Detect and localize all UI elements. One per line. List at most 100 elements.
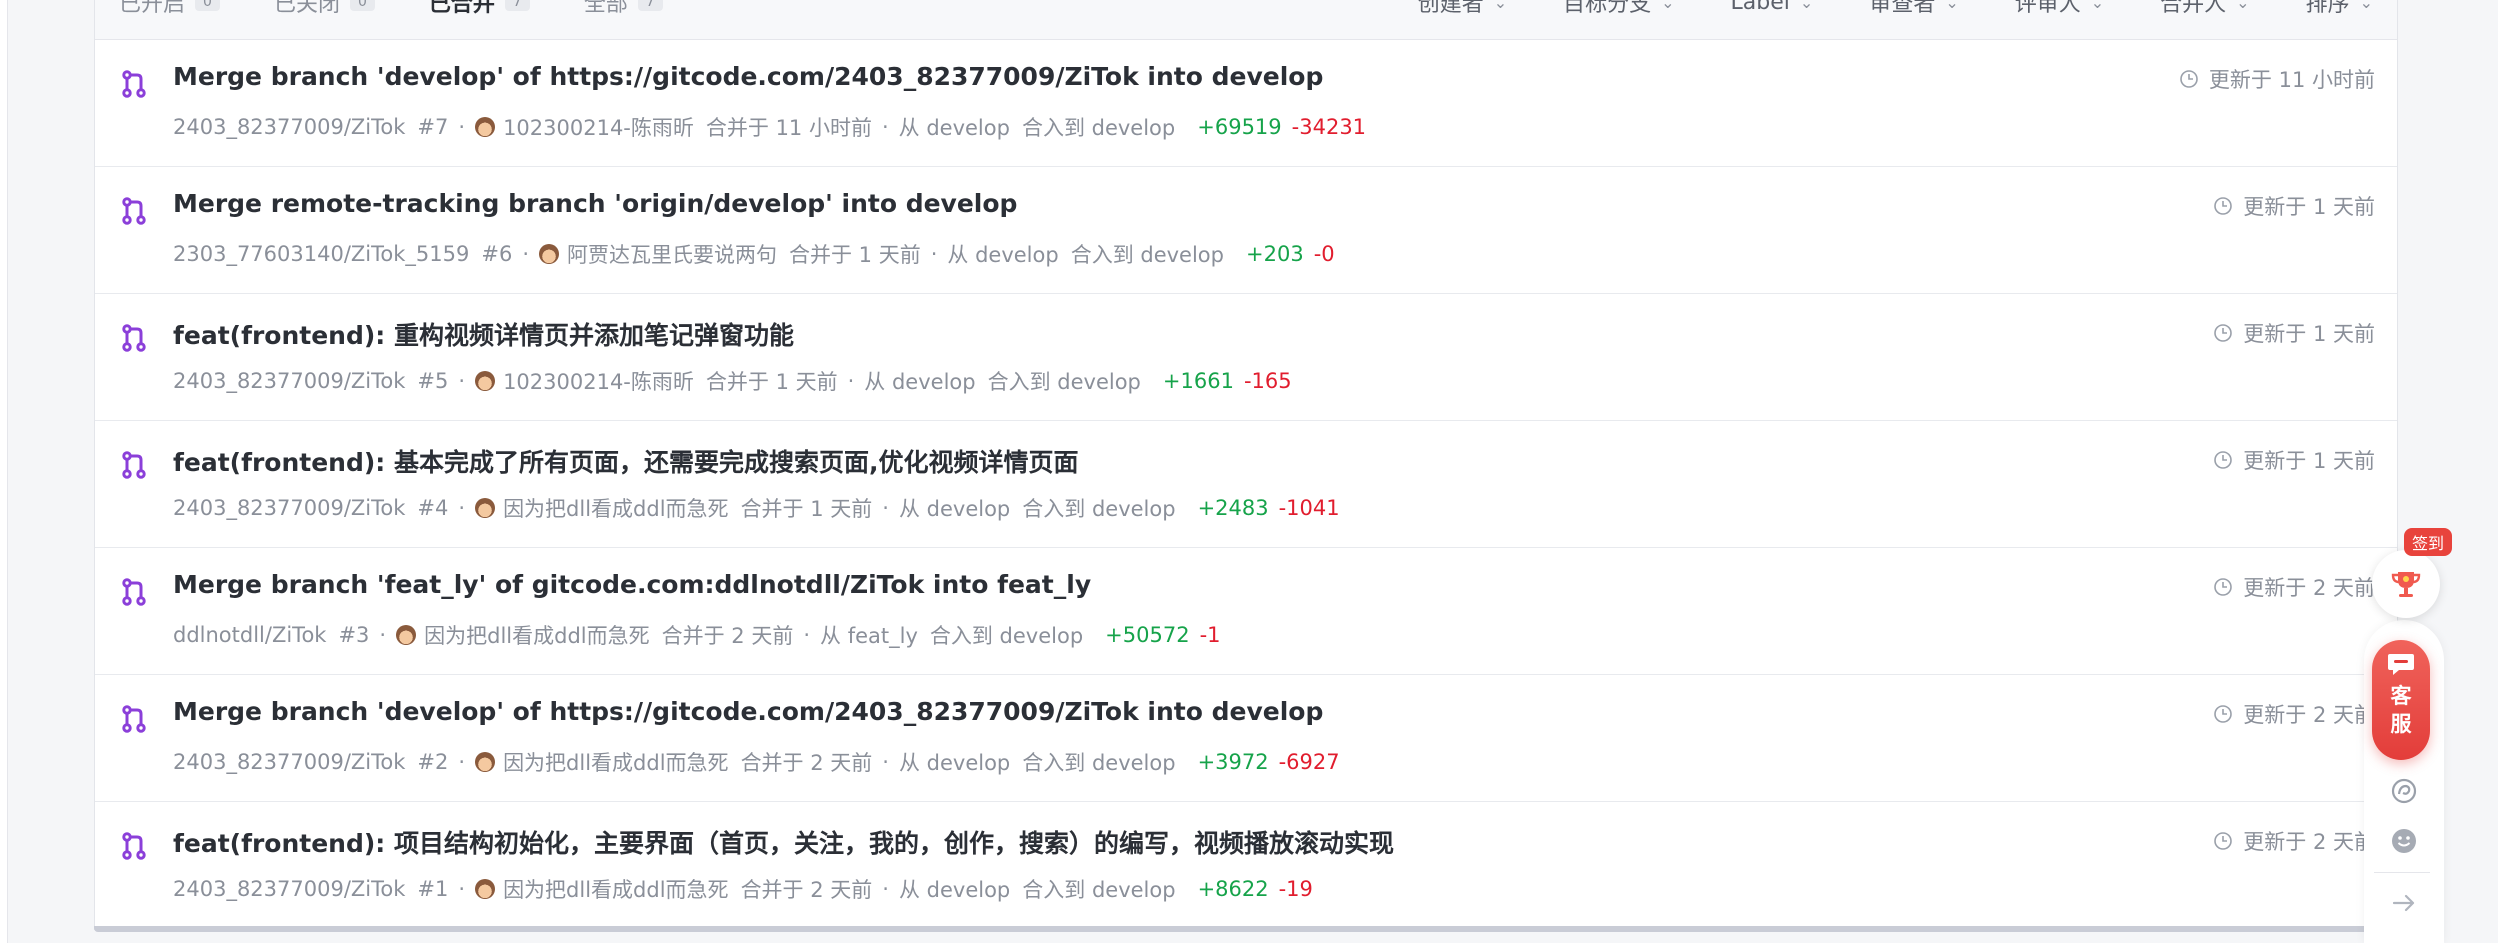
merge-request-row[interactable]: feat(frontend): 项目结构初始化，主要界面（首页，关注，我的，创作… <box>95 802 2397 929</box>
mr-number[interactable]: #2 <box>417 750 448 774</box>
merge-request-title[interactable]: Merge branch 'feat_ly' of gitcode.com:dd… <box>173 570 1091 599</box>
mr-number[interactable]: #6 <box>481 242 512 266</box>
avatar[interactable] <box>539 244 559 264</box>
filter-sort[interactable]: 排序 ⌄ <box>2306 0 2373 18</box>
source-branch: 从 develop <box>947 243 1059 267</box>
tab-all[interactable]: 全部 7 <box>584 0 663 18</box>
separator-dot: · <box>458 115 466 139</box>
merge-request-meta: 2403_82377009/ZiTok #2 · 因为把dll看成ddl而急死 … <box>173 747 1340 777</box>
sign-in-button[interactable] <box>2372 550 2440 618</box>
target-branch: 合入到 develop <box>1022 878 1176 902</box>
updated-label: 更新于 2 天前 <box>2243 703 2375 727</box>
separator-dot: · <box>930 242 938 266</box>
clock-icon <box>2214 324 2233 342</box>
customer-service-button[interactable]: 客服 <box>2372 640 2430 760</box>
avatar[interactable] <box>475 117 496 137</box>
additions-count: +3972 <box>1197 750 1269 774</box>
merge-request-icon <box>122 197 146 225</box>
collapse-arrow-icon[interactable] <box>2390 889 2418 917</box>
repo-link[interactable]: 2403_82377009/ZiTok <box>173 115 405 139</box>
source-branch: 从 develop <box>898 878 1011 902</box>
tab-count: 7 <box>504 0 530 11</box>
merge-request-title[interactable]: Merge branch 'develop' of https://gitcod… <box>173 62 1323 91</box>
mr-number[interactable]: #4 <box>417 496 448 520</box>
filter-assessor[interactable]: 评审人 ⌄ <box>2015 0 2104 18</box>
filter-author[interactable]: 创建者 ⌄ <box>1418 0 1507 18</box>
mr-number[interactable]: #7 <box>417 115 448 139</box>
filter-label: 目标分支 <box>1563 0 1652 17</box>
merge-request-title[interactable]: Merge remote-tracking branch 'origin/dev… <box>173 189 1017 218</box>
filter-reviewer[interactable]: 审查者 ⌄ <box>1869 0 1958 18</box>
source-branch: 从 develop <box>898 497 1011 521</box>
tab-closed[interactable]: 已关闭 0 <box>274 0 375 18</box>
author-name[interactable]: 阿贾达瓦里氏要说两句 <box>567 239 777 269</box>
mr-number[interactable]: #1 <box>417 877 448 901</box>
repo-link[interactable]: ddlnotdll/ZiTok <box>173 623 326 647</box>
sign-in-badge[interactable]: 签到 <box>2404 528 2453 556</box>
merge-request-icon <box>122 578 146 606</box>
toolbar-divider <box>2374 872 2430 873</box>
tab-merged[interactable]: 已合并 7 <box>429 0 530 18</box>
merge-request-icon <box>122 70 146 98</box>
deletions-count: -1041 <box>1278 496 1340 520</box>
tab-opened[interactable]: 已开启 0 <box>119 0 220 18</box>
tab-count: 0 <box>349 0 375 11</box>
separator-dot: · <box>882 750 889 774</box>
smile-feedback-icon[interactable] <box>2390 827 2418 855</box>
merged-time: 合并于 2 天前 <box>661 624 794 648</box>
avatar[interactable] <box>475 498 496 518</box>
filter-target-branch[interactable]: 目标分支 ⌄ <box>1563 0 1674 18</box>
repo-link[interactable]: 2403_82377009/ZiTok <box>173 877 405 901</box>
author-name[interactable]: 因为把dll看成ddl而急死 <box>424 620 650 650</box>
author-name[interactable]: 因为把dll看成ddl而急死 <box>503 493 729 523</box>
merge-request-row[interactable]: Merge remote-tracking branch 'origin/dev… <box>95 167 2397 294</box>
author-name[interactable]: 因为把dll看成ddl而急死 <box>503 747 729 777</box>
repo-link[interactable]: 2403_82377009/ZiTok <box>173 496 405 520</box>
merge-request-row[interactable]: feat(frontend): 重构视频详情页并添加笔记弹窗功能 2403_82… <box>95 294 2397 421</box>
merge-request-row[interactable]: feat(frontend): 基本完成了所有页面，还需要完成搜索页面,优化视频… <box>95 421 2397 548</box>
merged-time: 合并于 1 天前 <box>789 243 921 267</box>
filter-label[interactable]: Label ⌄ <box>1731 0 1814 18</box>
mr-number[interactable]: #5 <box>417 369 448 393</box>
target-branch: 合入到 develop <box>1070 243 1224 267</box>
filter-merger[interactable]: 合并人 ⌄ <box>2160 0 2249 18</box>
clock-icon <box>2214 197 2233 215</box>
author-name[interactable]: 因为把dll看成ddl而急死 <box>503 874 729 904</box>
tab-count: 7 <box>637 0 663 11</box>
filter-label-text: Label <box>1730 0 1790 15</box>
merge-request-list: Merge branch 'develop' of https://gitcod… <box>95 40 2397 929</box>
tab-label: 全部 <box>583 0 628 17</box>
repo-link[interactable]: 2303_77603140/ZiTok_5159 <box>173 242 469 266</box>
author-name[interactable]: 102300214-陈雨昕 <box>503 366 694 396</box>
updated-time: 更新于 1 天前 <box>2213 318 2375 348</box>
merge-request-row[interactable]: Merge branch 'feat_ly' of gitcode.com:dd… <box>95 548 2397 675</box>
merge-request-title[interactable]: Merge branch 'develop' of https://gitcod… <box>173 697 1323 726</box>
merged-time: 合并于 1 天前 <box>705 370 838 394</box>
merge-request-row[interactable]: Merge branch 'develop' of https://gitcod… <box>95 675 2397 802</box>
target-branch: 合入到 develop <box>929 624 1084 648</box>
mr-number[interactable]: #3 <box>338 623 369 647</box>
merge-request-title[interactable]: feat(frontend): 重构视频详情页并添加笔记弹窗功能 <box>173 316 794 352</box>
updated-label: 更新于 11 小时前 <box>2208 68 2375 92</box>
trophy-icon <box>2391 572 2421 597</box>
merge-request-title[interactable]: feat(frontend): 基本完成了所有页面，还需要完成搜索页面,优化视频… <box>173 443 1078 479</box>
updated-label: 更新于 1 天前 <box>2243 195 2375 219</box>
chevron-down-icon: ⌄ <box>1945 0 1959 12</box>
repo-link[interactable]: 2403_82377009/ZiTok <box>173 750 405 774</box>
gitcode-ai-icon[interactable] <box>2390 777 2418 805</box>
merged-time: 合并于 1 天前 <box>740 497 873 521</box>
merge-request-meta: 2403_82377009/ZiTok #4 · 因为把dll看成ddl而急死 … <box>173 493 1340 523</box>
separator-dot: · <box>803 623 811 647</box>
chevron-down-icon: ⌄ <box>2090 0 2105 12</box>
avatar[interactable] <box>475 752 496 772</box>
repo-link[interactable]: 2403_82377009/ZiTok <box>173 369 405 393</box>
merge-request-row[interactable]: Merge branch 'develop' of https://gitcod… <box>95 40 2397 167</box>
author-name[interactable]: 102300214-陈雨昕 <box>503 112 694 142</box>
avatar[interactable] <box>475 879 496 899</box>
separator-dot: · <box>458 496 466 520</box>
updated-label: 更新于 1 天前 <box>2243 449 2375 473</box>
avatar[interactable] <box>396 625 417 645</box>
merge-request-title[interactable]: feat(frontend): 项目结构初始化，主要界面（首页，关注，我的，创作… <box>173 824 1394 860</box>
avatar[interactable] <box>475 371 496 391</box>
filter-label: 合并人 <box>2160 0 2227 17</box>
